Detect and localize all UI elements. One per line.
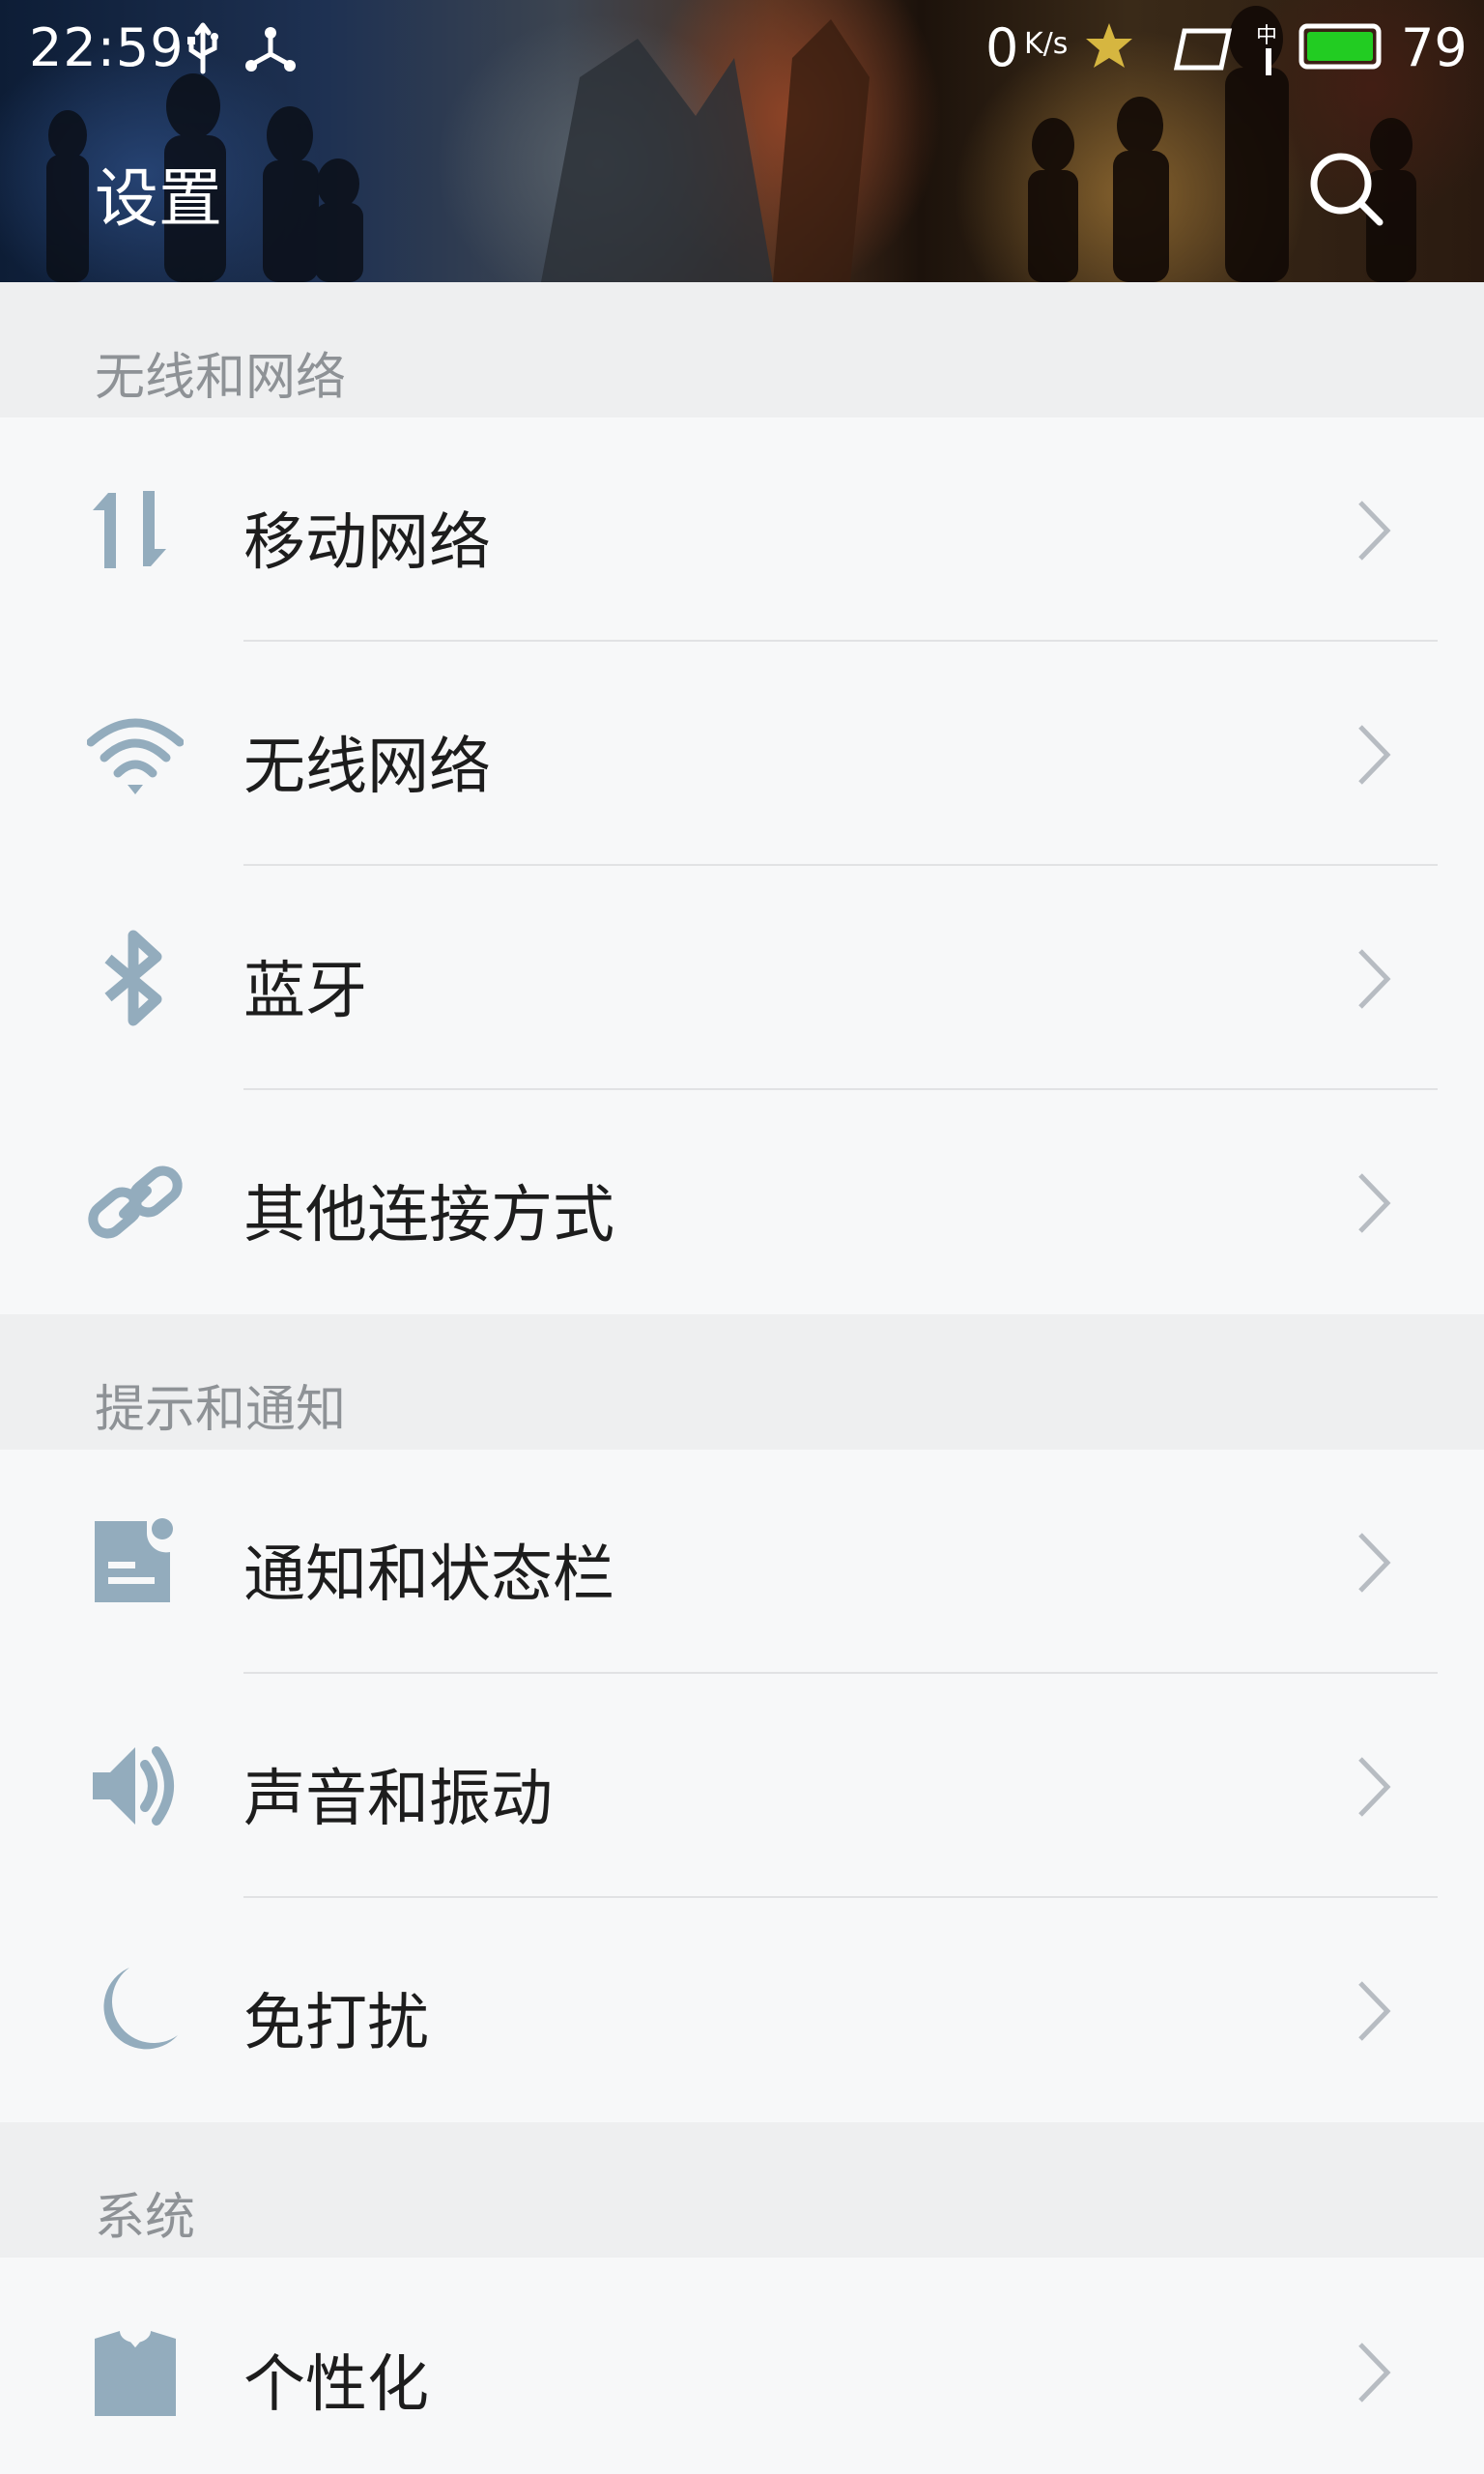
search-icon[interactable]: [1306, 149, 1387, 230]
section-title: 无线和网络: [95, 349, 347, 407]
row-label: 通知和状态栏: [243, 1539, 614, 1611]
tshirt-icon: [95, 2329, 176, 2416]
section-title: 提示和通知: [95, 1381, 347, 1439]
section-header-notifications: 提示和通知: [0, 1314, 1484, 1450]
setting-row-mobile-network[interactable]: 移动网络: [0, 417, 1484, 642]
page-title: 设置: [95, 161, 222, 236]
usb-icon: [187, 22, 218, 74]
battery-level: 79: [1401, 17, 1468, 78]
signal-icon: 中: [1256, 24, 1277, 75]
setting-row-notification-bar[interactable]: 通知和状态栏: [0, 1450, 1484, 1674]
chevron-right-icon: [1358, 725, 1391, 785]
chevron-right-icon: [1358, 1757, 1391, 1817]
chevron-right-icon: [1358, 1173, 1391, 1233]
status-bar: 22:59 0 K/s 中 79: [0, 0, 1484, 97]
net-speed-unit: K/s: [1024, 27, 1069, 61]
setting-row-sound-vibration[interactable]: 声音和振动: [0, 1674, 1484, 1898]
row-label: 其他连接方式: [243, 1180, 614, 1251]
svg-text:中: 中: [1256, 24, 1277, 48]
battery-icon: [1298, 23, 1382, 70]
section-title: 系统: [95, 2189, 196, 2247]
wifi-icon: [87, 718, 184, 794]
speaker-icon: [93, 1746, 174, 1826]
row-label: 蓝牙: [243, 956, 367, 1027]
setting-row-personalization[interactable]: 个性化: [0, 2258, 1484, 2474]
section-header-wireless: 无线和网络: [0, 282, 1484, 417]
bluetooth-icon: [104, 930, 162, 1026]
row-label: 免打扰: [243, 1988, 429, 2059]
debug-icon: [245, 27, 296, 72]
row-label: 无线网络: [243, 732, 491, 803]
setting-row-bluetooth[interactable]: 蓝牙: [0, 866, 1484, 1090]
section-header-system: 系统: [0, 2122, 1484, 2258]
setting-row-other-connections[interactable]: 其他连接方式: [0, 1090, 1484, 1314]
chevron-right-icon: [1358, 1981, 1391, 2041]
chevron-right-icon: [1358, 949, 1391, 1009]
mobile-data-icon: [93, 491, 166, 568]
setting-row-do-not-disturb[interactable]: 免打扰: [0, 1898, 1484, 2122]
screen-icon: [1173, 28, 1233, 71]
moon-icon: [103, 1968, 178, 2050]
link-icon: [88, 1165, 183, 1239]
net-speed: 0: [985, 17, 1019, 78]
notification-icon: [95, 1518, 173, 1602]
setting-row-wifi[interactable]: 无线网络: [0, 642, 1484, 866]
header: 22:59 0 K/s 中 79 设置: [0, 0, 1484, 282]
chevron-right-icon: [1358, 2343, 1391, 2402]
status-time: 22:59: [29, 17, 185, 78]
chevron-right-icon: [1358, 501, 1391, 561]
row-label: 声音和振动: [243, 1764, 553, 1835]
chevron-right-icon: [1358, 1533, 1391, 1593]
emblem-icon: [1086, 23, 1132, 68]
row-label: 移动网络: [243, 507, 491, 579]
row-label: 个性化: [243, 2349, 429, 2421]
